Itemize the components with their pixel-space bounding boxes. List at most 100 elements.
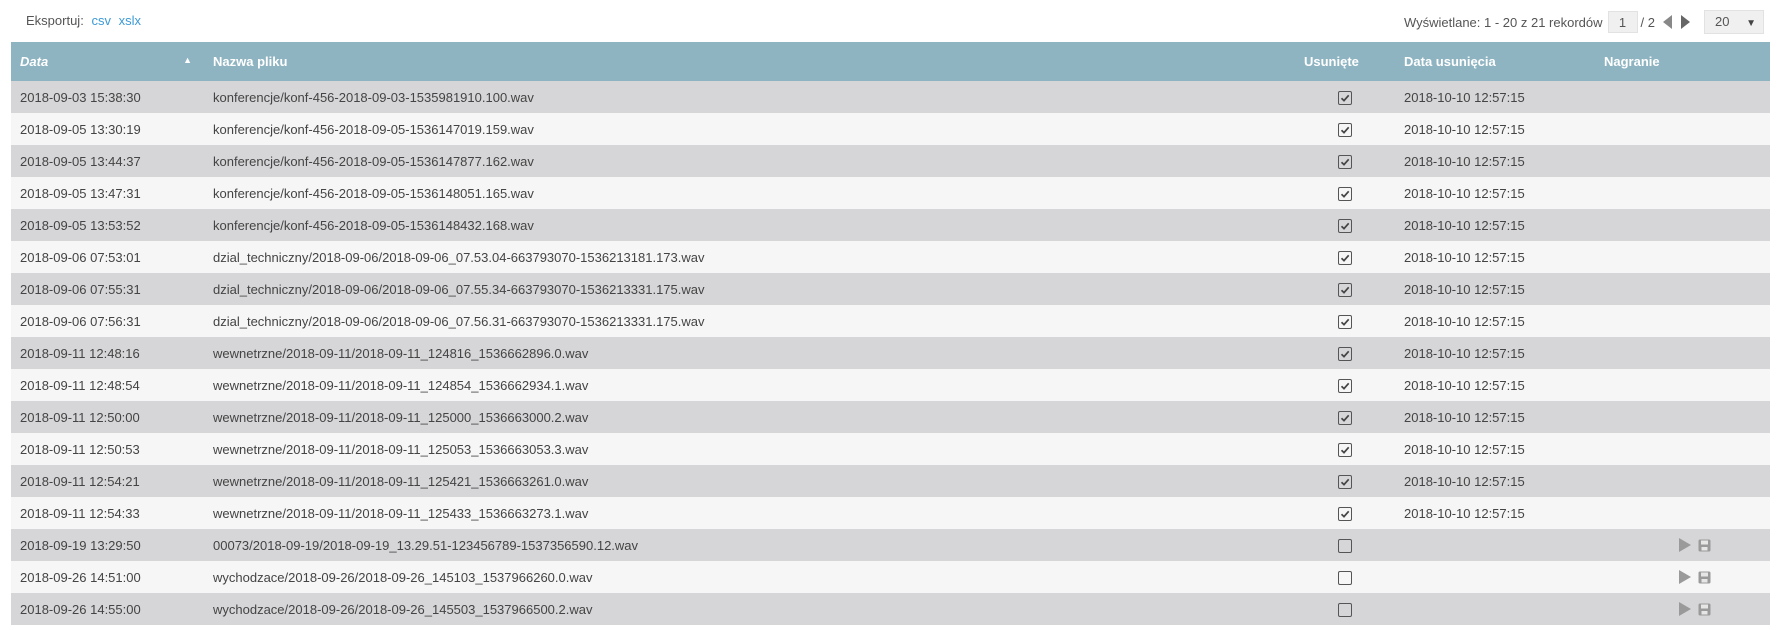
cell-filename: dzial_techniczny/2018-09-06/2018-09-06_0… — [213, 313, 705, 329]
cell-filename: konferencje/konf-456-2018-09-05-15361470… — [213, 121, 534, 137]
column-header-date-label: Data — [20, 54, 49, 69]
cell-deleted-date — [1395, 593, 1595, 625]
cell-deleted-date: 2018-10-10 12:57:15 — [1404, 281, 1525, 297]
checkbox-checked-icon — [1338, 506, 1352, 521]
table-row: 2018-09-05 13:30:19 konferencje/konf-456-… — [11, 113, 1770, 145]
recording-actions — [1595, 602, 1770, 616]
table-row: 2018-09-11 12:48:16 wewnetrzne/2018-09-11… — [11, 337, 1770, 369]
table-header-row: Data ▲ Nazwa pliku Usunięte Data usunięc… — [11, 42, 1770, 81]
checkbox-checked-icon — [1338, 378, 1352, 393]
cell-recording — [1595, 465, 1770, 497]
cell-filename: wewnetrzne/2018-09-11/2018-09-11_125421_… — [213, 473, 589, 489]
cell-date: 2018-09-06 07:56:31 — [20, 313, 141, 329]
toolbar: Eksportuj: csv xslx Wyświetlane: 1 - 20 … — [0, 0, 1781, 42]
table-row: 2018-09-26 14:51:00 wychodzace/2018-09-26… — [11, 561, 1770, 593]
cell-date: 2018-09-05 13:44:37 — [20, 153, 141, 169]
checkbox-checked-icon — [1338, 282, 1352, 297]
cell-deleted-date: 2018-10-10 12:57:15 — [1404, 185, 1525, 201]
column-header-filename[interactable]: Nazwa pliku — [204, 42, 1295, 81]
export-xslx-link[interactable]: xslx — [119, 13, 141, 28]
cell-deleted — [1295, 369, 1395, 401]
table-row: 2018-09-06 07:53:01 dzial_techniczny/2018… — [11, 241, 1770, 273]
checkbox-checked-icon — [1338, 186, 1352, 201]
save-icon[interactable] — [1698, 571, 1711, 584]
checkbox-unchecked-icon — [1338, 602, 1352, 617]
save-icon[interactable] — [1698, 603, 1711, 616]
prev-page-icon[interactable] — [1663, 15, 1672, 29]
cell-recording — [1595, 113, 1770, 145]
cell-deleted — [1295, 561, 1395, 593]
save-icon[interactable] — [1698, 539, 1711, 552]
cell-deleted — [1295, 401, 1395, 433]
cell-deleted — [1295, 433, 1395, 465]
checkbox-checked-icon — [1338, 154, 1352, 169]
column-header-deleted-date[interactable]: Data usunięcia — [1395, 42, 1595, 81]
cell-filename: wewnetrzne/2018-09-11/2018-09-11_125433_… — [213, 505, 589, 521]
export-csv-link[interactable]: csv — [91, 13, 111, 28]
cell-filename: 00073/2018-09-19/2018-09-19_13.29.51-123… — [213, 537, 639, 553]
cell-deleted-date: 2018-10-10 12:57:15 — [1404, 473, 1525, 489]
play-icon[interactable] — [1679, 538, 1691, 552]
cell-deleted — [1295, 593, 1395, 625]
cell-date: 2018-09-11 12:48:16 — [20, 345, 140, 361]
cell-filename: wewnetrzne/2018-09-11/2018-09-11_125053_… — [213, 441, 589, 457]
play-icon[interactable] — [1679, 570, 1691, 584]
table-row: 2018-09-11 12:48:54 wewnetrzne/2018-09-11… — [11, 369, 1770, 401]
table-row: 2018-09-19 13:29:50 00073/2018-09-19/2018… — [11, 529, 1770, 561]
column-header-deleted[interactable]: Usunięte — [1295, 42, 1395, 81]
sort-asc-icon: ▲ — [183, 55, 192, 65]
cell-deleted — [1295, 113, 1395, 145]
table-row: 2018-09-11 12:50:53 wewnetrzne/2018-09-11… — [11, 433, 1770, 465]
checkbox-unchecked-icon — [1338, 570, 1352, 585]
table-row: 2018-09-06 07:56:31 dzial_techniczny/2018… — [11, 305, 1770, 337]
cell-filename: dzial_techniczny/2018-09-06/2018-09-06_0… — [213, 281, 705, 297]
cell-date: 2018-09-11 12:50:00 — [20, 409, 140, 425]
next-page-icon[interactable] — [1681, 15, 1690, 29]
table-row: 2018-09-26 14:55:00 wychodzace/2018-09-26… — [11, 593, 1770, 625]
cell-date: 2018-09-19 13:29:50 — [20, 537, 141, 553]
table-body: 2018-09-03 15:38:30 konferencje/konf-456-… — [11, 81, 1770, 625]
pagination: Wyświetlane: 1 - 20 z 21 rekordów / 2 20… — [1404, 10, 1764, 34]
table-row: 2018-09-05 13:53:52 konferencje/konf-456-… — [11, 209, 1770, 241]
cell-recording — [1595, 561, 1770, 593]
checkbox-checked-icon — [1338, 442, 1352, 457]
cell-date: 2018-09-11 12:48:54 — [20, 377, 140, 393]
cell-filename: wychodzace/2018-09-26/2018-09-26_145503_… — [213, 601, 593, 617]
cell-deleted-date — [1395, 561, 1595, 593]
column-header-filename-label: Nazwa pliku — [213, 54, 288, 69]
cell-deleted — [1295, 465, 1395, 497]
table-row: 2018-09-11 12:50:00 wewnetrzne/2018-09-11… — [11, 401, 1770, 433]
cell-deleted-date: 2018-10-10 12:57:15 — [1404, 89, 1525, 105]
checkbox-checked-icon — [1338, 410, 1352, 425]
cell-deleted — [1295, 209, 1395, 241]
cell-deleted — [1295, 305, 1395, 337]
cell-deleted-date: 2018-10-10 12:57:15 — [1404, 217, 1525, 233]
cell-filename: dzial_techniczny/2018-09-06/2018-09-06_0… — [213, 249, 705, 265]
cell-filename: konferencje/konf-456-2018-09-05-15361484… — [213, 217, 534, 233]
column-header-date[interactable]: Data ▲ — [11, 42, 204, 81]
page-size-value: 20 — [1715, 14, 1730, 29]
cell-date: 2018-09-11 12:50:53 — [20, 441, 140, 457]
cell-deleted-date: 2018-10-10 12:57:15 — [1404, 121, 1525, 137]
cell-recording — [1595, 241, 1770, 273]
table-row: 2018-09-06 07:55:31 dzial_techniczny/2018… — [11, 273, 1770, 305]
table-row: 2018-09-11 12:54:21 wewnetrzne/2018-09-11… — [11, 465, 1770, 497]
play-icon[interactable] — [1679, 602, 1691, 616]
cell-recording — [1595, 273, 1770, 305]
checkbox-checked-icon — [1338, 250, 1352, 265]
cell-recording — [1595, 177, 1770, 209]
current-page-input[interactable] — [1607, 11, 1638, 33]
cell-filename: konferencje/konf-456-2018-09-05-15361478… — [213, 153, 534, 169]
cell-deleted-date: 2018-10-10 12:57:15 — [1404, 345, 1525, 361]
cell-deleted-date — [1395, 529, 1595, 561]
cell-deleted — [1295, 273, 1395, 305]
cell-recording — [1595, 433, 1770, 465]
page-size-select[interactable]: 20 ▼ — [1704, 10, 1764, 34]
cell-deleted-date: 2018-10-10 12:57:15 — [1404, 377, 1525, 393]
cell-recording — [1595, 81, 1770, 113]
checkbox-checked-icon — [1338, 122, 1352, 137]
cell-date: 2018-09-05 13:30:19 — [20, 121, 141, 137]
cell-date: 2018-09-06 07:55:31 — [20, 281, 141, 297]
cell-filename: wewnetrzne/2018-09-11/2018-09-11_124816_… — [213, 345, 589, 361]
cell-date: 2018-09-11 12:54:21 — [20, 473, 140, 489]
